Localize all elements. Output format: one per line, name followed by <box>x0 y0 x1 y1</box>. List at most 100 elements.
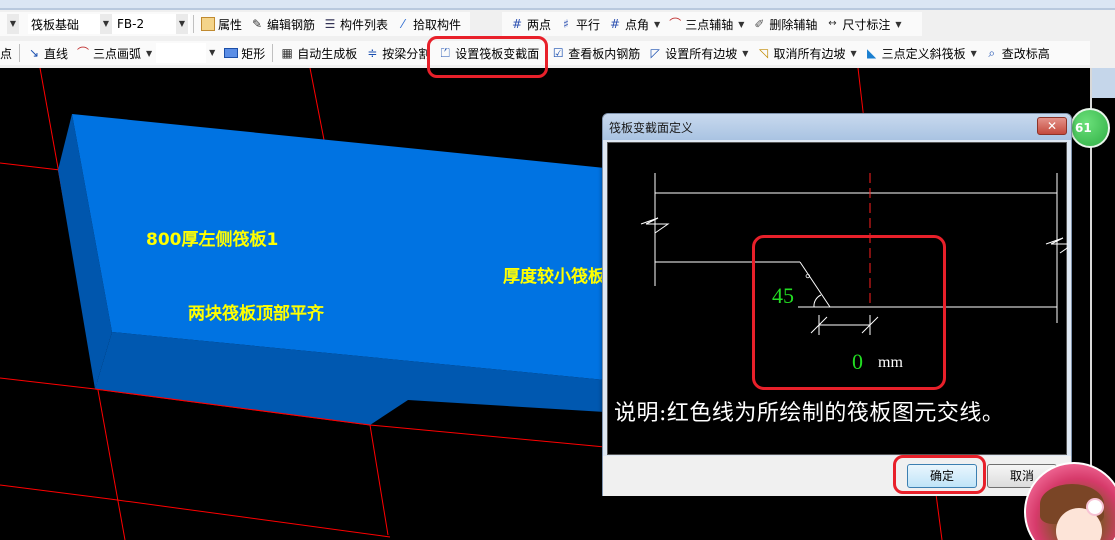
two-point-axis-icon: # <box>511 17 523 31</box>
draw-toolbar: 点 ↘ 直线 ⌒ 三点画弧 ▼ ▼ 矩形 ▦ 自动生成板 ≑ 按梁分割 ⏍ 设置筏板变截面 … <box>0 41 1090 65</box>
angle-value[interactable]: 45 <box>772 283 794 309</box>
speed-badge[interactable]: 61 <box>1070 108 1110 148</box>
rectangle-label: 矩形 <box>241 46 266 61</box>
set-section-change-icon: ⏍ <box>440 46 450 60</box>
toolbar-row-2: 点 ↘ 直线 ⌒ 三点画弧 ▼ ▼ 矩形 ▦ 自动生成板 ≑ 按梁分割 ⏍ 设置筏板变截面 … <box>0 40 1090 66</box>
line-button[interactable]: ↘ 直线 <box>23 42 72 64</box>
set-slopes-button[interactable]: ◸ 设置所有边坡 ▼ <box>644 42 752 64</box>
slab1-label: 800厚左侧筏板1 <box>146 230 279 250</box>
grid-line <box>369 424 606 448</box>
set-slopes-label: 设置所有边坡 <box>665 46 738 61</box>
three-point-axis-icon: ⌒ <box>669 17 682 31</box>
separator <box>272 44 274 62</box>
properties-label: 属性 <box>218 17 243 32</box>
toolbar-area: ▼ 筏板基础 ▼ FB-2 ▼ 属性 ✎ 编辑钢筋 ☰ 构件列表 ⁄ 拾取构件 # 两点… <box>0 10 1115 68</box>
angle-unit: ° <box>805 272 811 287</box>
right-panel-header <box>1092 68 1115 98</box>
close-button[interactable]: ✕ <box>1037 117 1067 135</box>
three-point-axis-button[interactable]: ⌒ 三点辅轴 ▼ <box>664 13 748 35</box>
two-point-axis-button[interactable]: # 两点 <box>506 13 555 35</box>
view-rebar-icon: ☑ <box>552 46 564 60</box>
grid-line <box>0 377 96 390</box>
auto-generate-label: 自动生成板 <box>297 46 358 61</box>
angle-arc <box>813 294 822 308</box>
chevron-down-icon[interactable]: ▼ <box>146 49 152 58</box>
edit-elevation-icon: ⌕ <box>988 46 996 60</box>
chevron-down-icon[interactable]: ▼ <box>654 20 660 29</box>
cancel-slopes-button[interactable]: ◹ 取消所有边坡 ▼ <box>752 42 860 64</box>
axis-toolbar: # 两点 ♯ 平行 # 点角 ▼ ⌒ 三点辅轴 ▼ ✐ 删除辅轴 ↔ 尺寸标注 ▼ <box>502 12 922 36</box>
edit-elevation-label: 查改标高 <box>1001 46 1050 61</box>
separator <box>19 44 21 62</box>
edit-rebar-button[interactable]: ✎ 编辑钢筋 <box>246 13 319 35</box>
set-section-change-label: 设置筏板变截面 <box>455 46 540 61</box>
properties-button[interactable]: 属性 <box>197 13 246 35</box>
two-point-axis-label: 两点 <box>527 17 552 32</box>
auto-generate-icon: ▦ <box>281 46 293 60</box>
edit-rebar-label: 编辑钢筋 <box>267 17 316 32</box>
section-preview: 45 ° 0 mm 说明:红色线为所绘制的筏板图元交线。 <box>607 142 1068 455</box>
point-button[interactable]: 点 <box>0 42 16 64</box>
edit-elevation-button[interactable]: ⌕ 查改标高 <box>981 42 1054 64</box>
three-point-slope-icon: ◣ <box>867 46 877 60</box>
pick-component-label: 拾取构件 <box>413 17 462 32</box>
separator <box>193 15 194 33</box>
category-combo-arrow[interactable]: ▼ <box>100 14 114 34</box>
chevron-down-icon[interactable]: ▼ <box>850 49 856 58</box>
delete-axis-icon: ✐ <box>754 17 765 31</box>
offset-value[interactable]: 0 <box>852 349 863 375</box>
edit-rebar-icon: ✎ <box>251 17 263 31</box>
cancel-slopes-label: 取消所有边坡 <box>773 46 846 61</box>
grid-line <box>0 162 61 171</box>
section-change-dialog: 筏板变截面定义 ✕ 45 ° 0 mm 说明:红色线为所绘制的筏板图元交线。 确… <box>602 113 1072 496</box>
rectangle-button[interactable]: 矩形 <box>220 42 269 64</box>
draw-mode-combo-arrow[interactable]: ▼ <box>206 43 221 63</box>
arc-icon: ⌒ <box>77 46 90 60</box>
split-by-beam-label: 按梁分割 <box>382 46 431 61</box>
delete-axis-button[interactable]: ✐ 删除辅轴 <box>748 13 821 35</box>
close-icon: ✕ <box>1046 119 1058 133</box>
chevron-down-icon[interactable]: ▼ <box>971 49 977 58</box>
point-angle-axis-label: 点角 <box>625 17 650 32</box>
point-angle-axis-button[interactable]: # 点角 ▼ <box>604 13 664 35</box>
auto-generate-button[interactable]: ▦ 自动生成板 <box>276 42 361 64</box>
element-combo-arrow[interactable]: ▼ <box>176 14 190 34</box>
component-list-label: 构件列表 <box>340 17 389 32</box>
component-list-button[interactable]: ☰ 构件列表 <box>319 13 392 35</box>
avatar-flower <box>1088 500 1102 514</box>
component-toolbar: ▼ 筏板基础 ▼ FB-2 ▼ 属性 ✎ 编辑钢筋 ☰ 构件列表 ⁄ 拾取构件 <box>0 12 470 36</box>
component-list-icon: ☰ <box>324 17 336 31</box>
parallel-axis-label: 平行 <box>576 17 601 32</box>
arc-label: 三点画弧 <box>93 46 142 61</box>
arc-button[interactable]: ⌒ 三点画弧 ▼ <box>72 42 156 64</box>
layer-combo-arrow[interactable]: ▼ <box>4 14 28 34</box>
line-label: 直线 <box>44 46 69 61</box>
three-point-slope-button[interactable]: ◣ 三点定义斜筏板 ▼ <box>861 42 981 64</box>
parallel-axis-button[interactable]: ♯ 平行 <box>555 13 604 35</box>
delete-axis-label: 删除辅轴 <box>769 17 818 32</box>
slab2-label: 厚度较小筏板2 <box>503 267 617 287</box>
dialog-footer: 确定 取消 <box>603 456 1071 496</box>
category-combo-value: 筏板基础 <box>31 17 80 32</box>
dimension-button[interactable]: ↔ 尺寸标注 ▼ <box>821 13 905 35</box>
dialog-title: 筏板变截面定义 <box>609 121 694 135</box>
dialog-titlebar[interactable]: 筏板变截面定义 ✕ <box>603 114 1071 140</box>
align-note-label: 两块筏板顶部平齐 <box>188 304 324 324</box>
point-label: 点 <box>0 46 13 61</box>
chevron-down-icon[interactable]: ▼ <box>895 20 901 29</box>
parallel-axis-icon: ♯ <box>563 17 569 31</box>
category-combo[interactable]: 筏板基础 <box>28 14 100 34</box>
pick-component-button[interactable]: ⁄ 拾取构件 <box>392 13 465 35</box>
properties-icon <box>201 17 215 31</box>
draw-mode-combo[interactable] <box>156 43 207 63</box>
ok-button[interactable]: 确定 <box>907 464 977 488</box>
element-combo[interactable]: FB-2 <box>114 14 176 34</box>
app-window: ▼ 筏板基础 ▼ FB-2 ▼ 属性 ✎ 编辑钢筋 ☰ 构件列表 ⁄ 拾取构件 # 两点… <box>0 0 1115 540</box>
split-by-beam-button[interactable]: ≑ 按梁分割 <box>361 42 434 64</box>
grid-line <box>0 484 111 500</box>
view-rebar-button[interactable]: ☑ 查看板内钢筋 <box>547 42 644 64</box>
set-section-change-button[interactable]: ⏍ 设置筏板变截面 <box>434 42 543 64</box>
chevron-down-icon[interactable]: ▼ <box>742 49 748 58</box>
chevron-down-icon[interactable]: ▼ <box>738 20 744 29</box>
offset-unit: mm <box>878 354 903 371</box>
